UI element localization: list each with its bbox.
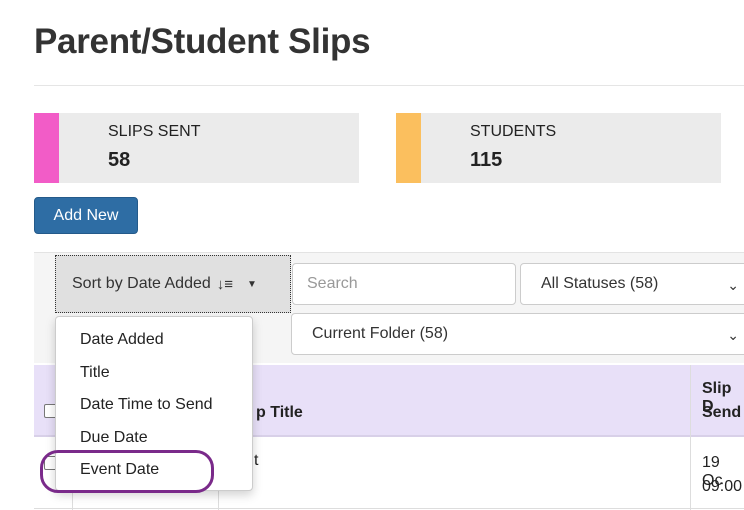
slips-sent-accent <box>34 113 59 183</box>
sort-button[interactable]: Sort by Date Added ↓≡ ▼ <box>55 255 291 313</box>
add-new-button[interactable]: Add New <box>34 197 138 234</box>
slips-sent-card: SLIPS SENT 58 <box>34 113 359 183</box>
column-divider <box>690 365 691 510</box>
header-send: Send <box>702 404 742 421</box>
caret-down-icon: ▼ <box>247 278 257 290</box>
sort-option-due-date[interactable]: Due Date <box>80 429 148 447</box>
chevron-down-icon: ⌄ <box>727 327 739 343</box>
students-card: STUDENTS 115 <box>396 113 721 183</box>
sort-option-title[interactable]: Title <box>80 364 110 382</box>
students-value: 115 <box>470 149 503 171</box>
sort-option-date-time-to-send[interactable]: Date Time to Send <box>80 396 213 414</box>
students-accent <box>396 113 421 183</box>
title-divider <box>34 85 744 86</box>
search-input[interactable] <box>292 263 516 305</box>
sort-descending-icon: ↓≡ <box>216 275 234 293</box>
status-filter-value: All Statuses (58) <box>541 275 659 292</box>
sort-option-date-added[interactable]: Date Added <box>80 331 164 349</box>
row-title[interactable]: t <box>254 452 258 470</box>
slips-sent-value: 58 <box>108 149 131 171</box>
page-title: Parent/Student Slips <box>34 22 371 61</box>
students-label: STUDENTS <box>470 123 557 140</box>
row-divider <box>34 508 744 509</box>
folder-filter-value: Current Folder (58) <box>312 325 449 342</box>
chevron-down-icon: ⌄ <box>727 277 739 293</box>
status-filter-select[interactable]: All Statuses (58) ⌄ <box>520 263 744 305</box>
header-slip-title[interactable]: p Title <box>256 404 303 422</box>
slips-sent-label: SLIPS SENT <box>108 123 201 140</box>
sort-label: Sort by Date Added <box>72 275 211 292</box>
row-time: 09:00 <box>702 478 743 495</box>
highlight-annotation <box>40 450 214 493</box>
folder-filter-select[interactable]: Current Folder (58) ⌄ <box>291 313 744 355</box>
